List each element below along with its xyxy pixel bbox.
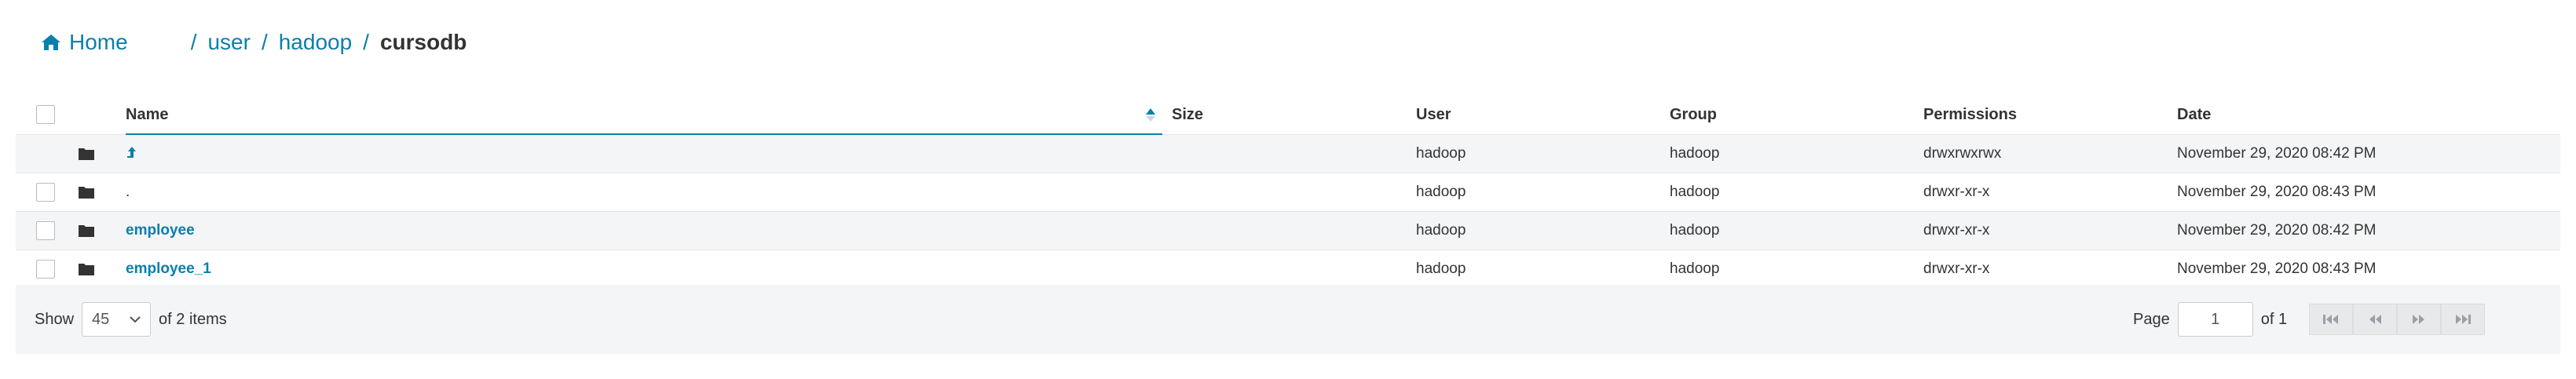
- table-footer: Show 45 of 2 items Page of 1: [16, 285, 2560, 354]
- column-header-size[interactable]: Size: [1162, 96, 1416, 134]
- folder-icon: [79, 133, 126, 173]
- breadcrumb-user[interactable]: user: [207, 30, 250, 55]
- table-row[interactable]: . hadoop hadoop drwxr-xr-x November 29, …: [16, 173, 2560, 212]
- row-permissions: drwxr-xr-x: [1923, 250, 2177, 288]
- page-total: of 1: [2260, 310, 2288, 328]
- show-label: Show: [35, 310, 75, 328]
- home-icon: [42, 35, 60, 50]
- column-header-user[interactable]: User: [1416, 96, 1670, 134]
- folder-icon: [79, 250, 126, 288]
- chevron-down-icon: [130, 316, 141, 323]
- prev-page-button[interactable]: [2353, 304, 2398, 335]
- select-all-checkbox[interactable]: [36, 105, 55, 125]
- breadcrumb-separator: /: [190, 30, 197, 54]
- row-size: [1162, 250, 1416, 288]
- column-header-permissions[interactable]: Permissions: [1923, 96, 2177, 134]
- row-date: November 29, 2020 08:42 PM: [2177, 211, 2560, 250]
- row-size: [1162, 133, 1416, 173]
- first-page-button[interactable]: [2309, 304, 2354, 335]
- page-number-input[interactable]: [2177, 302, 2253, 337]
- row-name[interactable]: .: [126, 173, 1162, 212]
- page-size-select[interactable]: 45: [82, 302, 152, 337]
- breadcrumb-hadoop[interactable]: hadoop: [279, 30, 352, 55]
- row-permissions: drwxrwxrwx: [1923, 133, 2177, 173]
- parent-dir-link[interactable]: [126, 133, 1162, 173]
- items-count: of 2 items: [159, 310, 227, 328]
- next-page-icon: [2413, 315, 2425, 324]
- table-row-parent[interactable]: hadoop hadoop drwxrwxrwx November 29, 20…: [16, 133, 2560, 173]
- breadcrumb: Home / user / hadoop / cursodb: [41, 24, 467, 61]
- column-header-date[interactable]: Date: [2177, 96, 2560, 134]
- row-permissions: drwxr-xr-x: [1923, 211, 2177, 250]
- row-user: hadoop: [1416, 173, 1670, 212]
- table-row[interactable]: employee hadoop hadoop drwxr-xr-x Novemb…: [16, 211, 2560, 250]
- page-label: Page: [2133, 310, 2170, 328]
- up-arrow-icon: [127, 146, 136, 161]
- page-size-control: Show 45 of 2 items: [35, 302, 227, 337]
- row-user: hadoop: [1416, 133, 1670, 173]
- row-group: hadoop: [1670, 211, 1923, 250]
- pagination: Page of 1: [2133, 302, 2486, 337]
- table-row[interactable]: employee_1 hadoop hadoop drwxr-xr-x Nove…: [16, 250, 2560, 288]
- page-size-value: 45: [92, 310, 110, 328]
- file-table-container: Name Size User Group Permissions Date ha…: [16, 96, 2560, 288]
- row-checkbox[interactable]: [36, 221, 55, 240]
- folder-link-employee-1[interactable]: employee_1: [126, 261, 211, 277]
- row-date: November 29, 2020 08:43 PM: [2177, 250, 2560, 288]
- row-checkbox[interactable]: [36, 260, 55, 279]
- column-header-name-label: Name: [126, 105, 169, 123]
- home-link[interactable]: Home: [41, 30, 128, 55]
- row-date: November 29, 2020 08:43 PM: [2177, 173, 2560, 212]
- file-table: Name Size User Group Permissions Date ha…: [16, 96, 2560, 288]
- row-permissions: drwxr-xr-x: [1923, 173, 2177, 212]
- table-header: Name Size User Group Permissions Date: [16, 96, 2560, 135]
- row-date: November 29, 2020 08:42 PM: [2177, 133, 2560, 173]
- folder-icon: [79, 211, 126, 250]
- row-size: [1162, 173, 1416, 212]
- breadcrumb-current: cursodb: [379, 30, 467, 54]
- breadcrumb-separator: /: [363, 30, 369, 54]
- row-user: hadoop: [1416, 250, 1670, 288]
- row-size: [1162, 211, 1416, 250]
- row-checkbox[interactable]: [36, 183, 55, 202]
- sort-asc-icon: [1146, 108, 1155, 122]
- row-group: hadoop: [1670, 173, 1923, 212]
- breadcrumb-separator: /: [261, 30, 268, 54]
- folder-icon: [79, 173, 126, 212]
- row-group: hadoop: [1670, 133, 1923, 173]
- row-group: hadoop: [1670, 250, 1923, 288]
- last-page-icon: [2456, 315, 2472, 324]
- column-header-group[interactable]: Group: [1670, 96, 1923, 134]
- last-page-button[interactable]: [2441, 304, 2486, 335]
- prev-page-icon: [2369, 315, 2382, 324]
- next-page-button[interactable]: [2397, 304, 2442, 335]
- row-user: hadoop: [1416, 211, 1670, 250]
- home-label: Home: [69, 30, 128, 54]
- folder-link-employee[interactable]: employee: [126, 222, 195, 239]
- column-header-name[interactable]: Name: [126, 96, 1162, 135]
- first-page-icon: [2323, 315, 2339, 324]
